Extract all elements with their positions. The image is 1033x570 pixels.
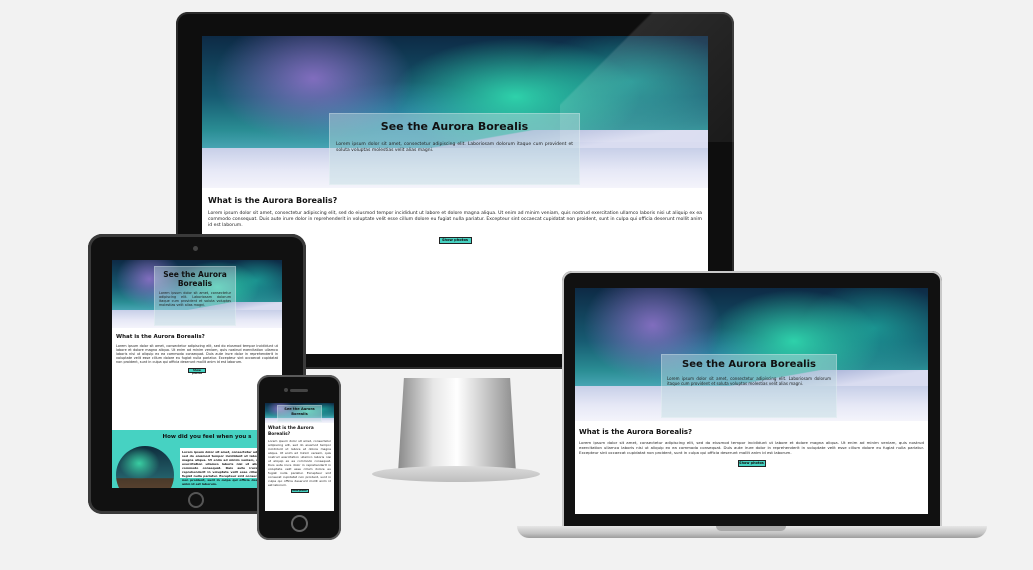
hero-title: See the Aurora Borealis (380, 120, 529, 133)
monitor-gloss (560, 12, 734, 142)
article-text: Lorem ipsum dolor sit amet, consectetur … (116, 344, 278, 364)
hero-title: See the Aurora Borealis (682, 359, 816, 370)
laptop-notch (716, 526, 786, 531)
hero-banner: See the Aurora Borealis Lorem ipsum dolo… (112, 260, 282, 328)
article-section: What is the Aurora Borealis? Lorem ipsum… (265, 423, 334, 511)
show-photos-button[interactable]: Show photos (188, 368, 206, 375)
article-text: Lorem ipsum dolor sit amet, consectetur … (208, 211, 702, 228)
article-heading: What is the Aurora Borealis? (268, 426, 314, 437)
monitor-stand (398, 378, 516, 473)
article-heading: What is the Aurora Borealis? (116, 334, 205, 340)
phone-screen: See the Aurora Borealis What is the Auro… (265, 403, 334, 511)
hero-caption-box: See the Aurora Borealis Lorem ipsum dolo… (329, 113, 580, 185)
hero-banner: See the Aurora Borealis (265, 403, 334, 423)
hero-text: Lorem ipsum dolor sit amet, consectetur … (667, 376, 831, 386)
laptop-screen: See the Aurora Borealis Lorem ipsum dolo… (575, 288, 928, 514)
hero-text: Lorem ipsum dolor sit amet, consectetur … (159, 291, 231, 307)
phone-speaker (290, 389, 308, 392)
hero-title: See the Aurora Borealis (163, 270, 227, 288)
hero-title: See the Aurora Borealis (284, 407, 315, 416)
show-photos-button[interactable]: Show photos (737, 460, 766, 467)
article-text: Lorem ipsum dolor sit amet, consectetur … (579, 440, 924, 455)
article-text: Lorem ipsum dolor sit amet, consectetur … (268, 439, 331, 487)
article-heading: What is the Aurora Borealis? (208, 196, 338, 205)
hero-banner: See the Aurora Borealis Lorem ipsum dolo… (575, 288, 928, 421)
tablet-home-button (188, 492, 204, 508)
hero-text: Lorem ipsum dolor sit amet, consectetur … (336, 142, 573, 153)
tablet-camera (193, 246, 198, 251)
phone-camera (284, 388, 288, 392)
hero-caption-box: See the Aurora Borealis Lorem ipsum dolo… (661, 354, 837, 418)
article-section: What is the Aurora Borealis? Lorem ipsum… (575, 421, 928, 514)
show-photos-button[interactable]: Show photos (438, 237, 472, 244)
hero-caption-box: See the Aurora Borealis Lorem ipsum dolo… (154, 266, 236, 326)
hero-caption-box: See the Aurora Borealis (277, 405, 322, 422)
show-photos-button[interactable]: Show photos (290, 489, 309, 493)
phone-home-button (291, 515, 308, 532)
aurora-cabin-thumbnail (116, 446, 174, 488)
article-heading: What is the Aurora Borealis? (579, 428, 693, 436)
monitor-base (372, 466, 540, 482)
